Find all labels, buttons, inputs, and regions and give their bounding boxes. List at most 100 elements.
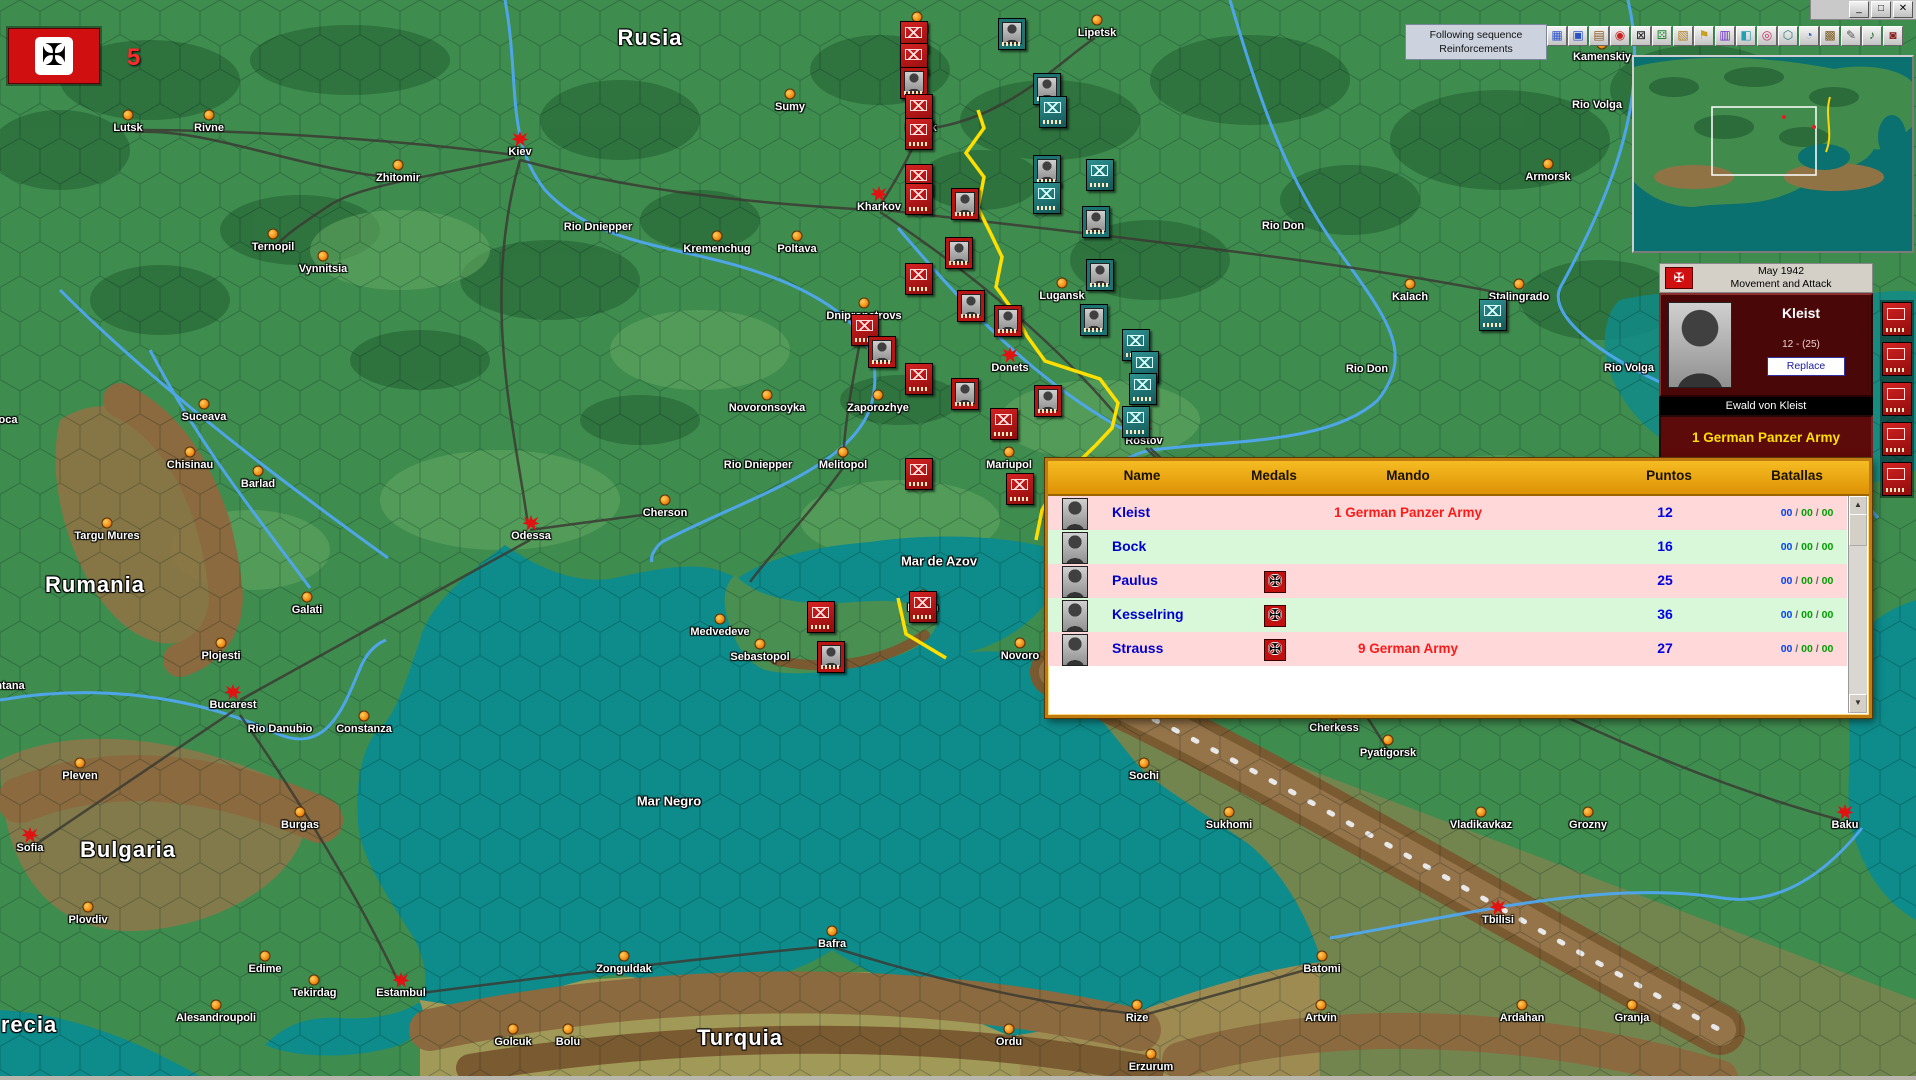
commander-name: Bock xyxy=(1112,538,1146,554)
german-unit-counter[interactable] xyxy=(807,601,835,633)
minimap[interactable] xyxy=(1632,55,1914,253)
exit-icon[interactable]: ◙ xyxy=(1883,26,1903,46)
commander-name: Paulus xyxy=(1112,572,1158,588)
leader-portrait xyxy=(955,192,975,214)
chart-icon[interactable]: ◧ xyxy=(1736,26,1756,46)
commanders-dialog-header: Name Medals Mando Puntos Batallas xyxy=(1048,461,1869,496)
soviet-unit-counter[interactable] xyxy=(1033,182,1061,214)
commander-row-portrait xyxy=(1062,600,1088,632)
german-unit-counter[interactable] xyxy=(990,408,1018,440)
turn-counter: 5 xyxy=(127,44,140,72)
soviet-unit-counter[interactable] xyxy=(1122,406,1150,438)
leader-portrait xyxy=(1002,22,1022,44)
commander-row[interactable]: Strauss✠9 German Army2700 / 00 / 00 xyxy=(1048,632,1847,666)
soviet-unit-counter[interactable] xyxy=(1039,96,1067,128)
german-leader-counter[interactable] xyxy=(868,336,896,368)
screen-icon[interactable]: ▦ xyxy=(1547,26,1567,46)
record-icon[interactable]: ◉ xyxy=(1610,26,1630,46)
soviet-leader-counter[interactable] xyxy=(1082,206,1110,238)
col-header-puntos: Puntos xyxy=(1646,468,1692,483)
flags-icon[interactable]: ⚑ xyxy=(1694,26,1714,46)
save-icon[interactable]: ▣ xyxy=(1568,26,1588,46)
commander-photo xyxy=(1668,302,1732,388)
minimize-button[interactable]: _ xyxy=(1849,1,1869,18)
dice-icon[interactable]: ⚄ xyxy=(1652,26,1672,46)
soviet-unit-counter[interactable] xyxy=(1479,299,1507,331)
reinforcement-counter[interactable] xyxy=(1882,342,1912,376)
leader-portrait xyxy=(949,241,969,263)
reinforcement-counter[interactable] xyxy=(1882,462,1912,496)
german-unit-counter[interactable] xyxy=(905,363,933,395)
window-titlebar: _ □ ✕ xyxy=(1810,0,1916,20)
commander-command: 1 German Panzer Army xyxy=(1659,415,1873,461)
german-leader-counter[interactable] xyxy=(951,378,979,410)
leader-portrait xyxy=(1038,389,1058,411)
scroll-down-button[interactable]: ▼ xyxy=(1849,694,1867,713)
commander-name: Strauss xyxy=(1112,640,1163,656)
german-unit-counter[interactable] xyxy=(905,263,933,295)
german-unit-counter[interactable] xyxy=(909,591,937,623)
scroll-thumb[interactable] xyxy=(1849,514,1867,546)
commander-row[interactable]: Paulus✠2500 / 00 / 00 xyxy=(1048,564,1847,598)
german-leader-counter[interactable] xyxy=(1034,385,1062,417)
commander-row[interactable]: Kesselring✠3600 / 00 / 00 xyxy=(1048,598,1847,632)
maximize-button[interactable]: □ xyxy=(1871,1,1891,18)
note-icon[interactable]: ✎ xyxy=(1841,26,1861,46)
iron-cross-medal-icon: ✠ xyxy=(1264,605,1286,627)
soviet-unit-counter[interactable] xyxy=(1129,373,1157,405)
reinforcement-tray xyxy=(1880,300,1914,498)
reinforcement-counter[interactable] xyxy=(1882,382,1912,416)
sequence-line: Following sequence xyxy=(1406,28,1546,42)
commander-row[interactable]: Kleist1 German Panzer Army1200 / 00 / 00 xyxy=(1048,496,1847,530)
german-leader-counter[interactable] xyxy=(951,188,979,220)
commander-mando: 1 German Panzer Army xyxy=(1258,505,1558,520)
commander-puntos: 27 xyxy=(1635,640,1695,656)
soviet-leader-counter[interactable] xyxy=(1086,259,1114,291)
col-header-name: Name xyxy=(1124,468,1161,483)
hex-icon[interactable]: ⬡ xyxy=(1778,26,1798,46)
supply-icon[interactable]: ▩ xyxy=(1820,26,1840,46)
commanders-dialog: Name Medals Mando Puntos Batallas Kleist… xyxy=(1045,458,1872,718)
soviet-unit-counter[interactable] xyxy=(1086,159,1114,191)
german-unit-counter[interactable] xyxy=(1006,473,1034,505)
commander-batallas: 00 / 00 / 00 xyxy=(1755,575,1859,587)
commander-full-name: Ewald von Kleist xyxy=(1659,397,1873,415)
commander-row-portrait xyxy=(1062,532,1088,564)
german-unit-counter[interactable] xyxy=(905,183,933,215)
commander-puntos: 16 xyxy=(1635,538,1695,554)
reinforcement-counter[interactable] xyxy=(1882,422,1912,456)
iron-cross-medal-icon: ✠ xyxy=(1264,571,1286,593)
units-icon[interactable]: ▥ xyxy=(1715,26,1735,46)
reinforcement-counter[interactable] xyxy=(1882,302,1912,336)
german-leader-counter[interactable] xyxy=(945,237,973,269)
leader-portrait xyxy=(872,340,892,362)
soviet-leader-counter[interactable] xyxy=(998,18,1026,50)
iron-cross-icon: ✠ xyxy=(35,37,73,75)
german-leader-counter[interactable] xyxy=(957,290,985,322)
commander-name: Kleist xyxy=(1112,504,1150,520)
sequence-status-box: Following sequence Reinforcements xyxy=(1405,24,1547,60)
ledger-icon[interactable]: ▤ xyxy=(1589,26,1609,46)
col-header-batallas: Batallas xyxy=(1771,468,1823,483)
german-unit-counter[interactable] xyxy=(905,458,933,490)
german-unit-counter[interactable] xyxy=(905,118,933,150)
scroll-up-button[interactable]: ▲ xyxy=(1849,496,1867,515)
turn-header: ✠ May 1942 Movement and Attack xyxy=(1659,263,1873,293)
target-icon[interactable]: ◎ xyxy=(1757,26,1777,46)
close-button[interactable]: ✕ xyxy=(1893,1,1913,18)
clock-icon[interactable]: ◔ xyxy=(1799,26,1819,46)
commanders-rows: Kleist1 German Panzer Army1200 / 00 / 00… xyxy=(1048,496,1847,715)
replace-button[interactable]: Replace xyxy=(1767,357,1845,376)
close-window-icon[interactable]: ⊠ xyxy=(1631,26,1651,46)
sound-icon[interactable]: ♪ xyxy=(1862,26,1882,46)
soviet-leader-counter[interactable] xyxy=(1080,304,1108,336)
map-icon[interactable]: ▧ xyxy=(1673,26,1693,46)
sequence-phase: Reinforcements xyxy=(1406,42,1546,56)
german-leader-counter[interactable] xyxy=(817,641,845,673)
leader-portrait xyxy=(1084,308,1104,330)
german-leader-counter[interactable] xyxy=(994,305,1022,337)
main-toolbar: ▦▣▤◉⊠⚄▧⚑▥◧◎⬡◔▩✎♪◙ xyxy=(1547,26,1903,46)
col-header-mando: Mando xyxy=(1386,468,1430,483)
commander-row[interactable]: Bock1600 / 00 / 00 xyxy=(1048,530,1847,564)
commander-short-name: Kleist xyxy=(1735,305,1867,321)
